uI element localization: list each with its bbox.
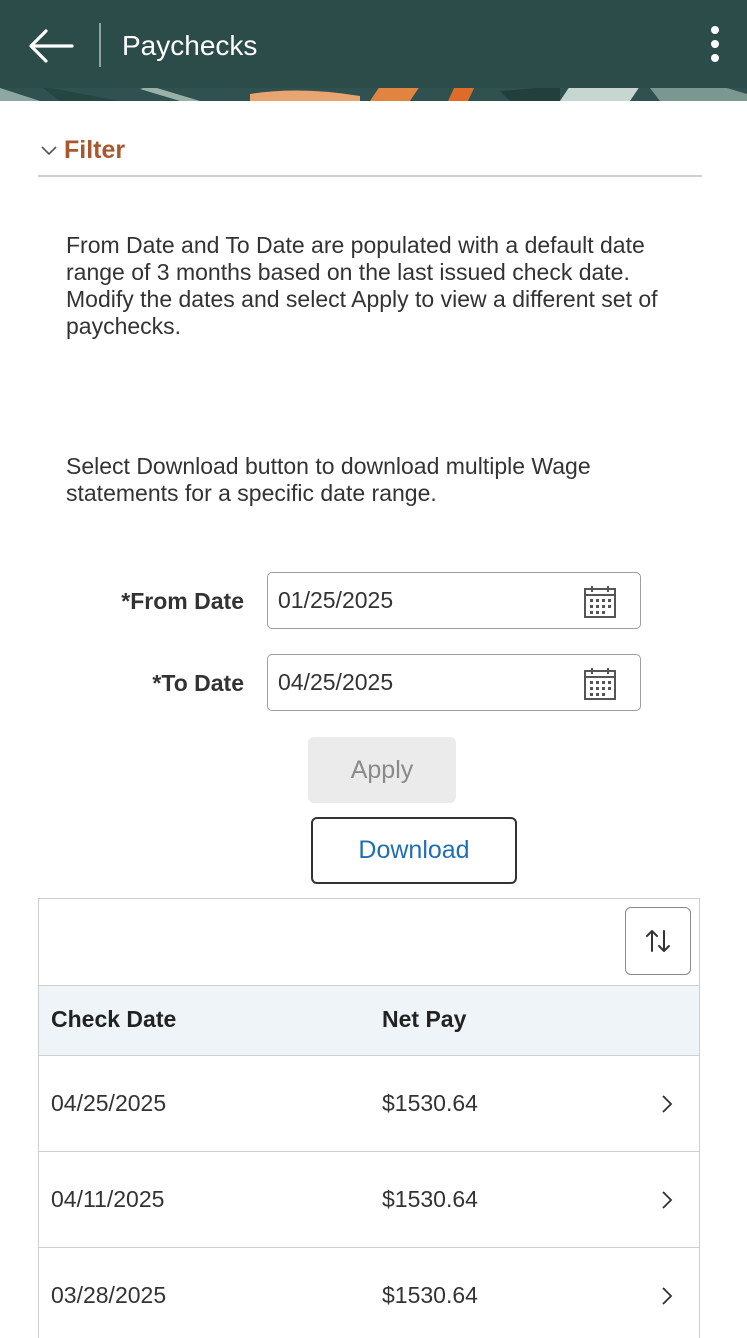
from-date-label: *From Date	[121, 588, 244, 614]
download-button[interactable]: Download	[311, 817, 517, 884]
instructions-download: Select Download button to download multi…	[66, 453, 591, 506]
from-date-field	[267, 572, 641, 629]
check-date-cell: 04/25/2025	[51, 1090, 167, 1116]
chevron-right-icon	[662, 1191, 673, 1209]
table-row[interactable]: 03/28/2025 $1530.64	[39, 1248, 699, 1338]
to-date-label: *To Date	[152, 670, 244, 696]
to-date-input[interactable]	[268, 656, 580, 709]
back-button[interactable]	[22, 22, 80, 70]
from-date-input[interactable]	[268, 574, 580, 627]
header-divider	[99, 23, 101, 67]
arrow-left-icon	[29, 29, 74, 63]
check-date-cell: 04/11/2025	[51, 1186, 165, 1212]
chevron-down-icon	[41, 146, 57, 156]
table-row[interactable]: 04/25/2025 $1530.64	[39, 1056, 699, 1152]
instructions-date-range: From Date and To Date are populated with…	[66, 232, 658, 339]
calendar-icon[interactable]	[582, 666, 618, 702]
header-bar: Paychecks	[0, 0, 747, 88]
net-pay-cell: $1530.64	[382, 1186, 478, 1212]
page-header: Paychecks	[0, 0, 747, 101]
page-title: Paychecks	[122, 30, 258, 61]
sort-icon	[646, 930, 670, 952]
chevron-right-icon	[662, 1095, 673, 1113]
table-row[interactable]: 04/11/2025 $1530.64	[39, 1152, 699, 1248]
filter-toggle[interactable]: Filter	[38, 130, 125, 170]
apply-button[interactable]: Apply	[308, 737, 456, 803]
check-date-cell: 03/28/2025	[51, 1282, 167, 1308]
net-pay-cell: $1530.64	[382, 1282, 478, 1308]
paychecks-grid: Check Date Net Pay 04/25/2025 $1530.64 0…	[38, 898, 700, 1338]
kebab-menu-icon[interactable]	[700, 22, 730, 70]
column-header-check-date[interactable]: Check Date	[51, 1006, 176, 1033]
to-date-field	[267, 654, 641, 711]
sort-button[interactable]	[625, 907, 691, 975]
filter-divider	[38, 175, 702, 177]
calendar-icon[interactable]	[582, 584, 618, 620]
header-banner-pattern	[0, 86, 747, 101]
grid-header-row: Check Date Net Pay	[39, 986, 699, 1056]
chevron-right-icon	[662, 1287, 673, 1305]
grid-toolbar	[39, 899, 699, 986]
filter-label: Filter	[64, 135, 126, 164]
net-pay-cell: $1530.64	[382, 1090, 478, 1116]
column-header-net-pay[interactable]: Net Pay	[382, 1006, 466, 1033]
